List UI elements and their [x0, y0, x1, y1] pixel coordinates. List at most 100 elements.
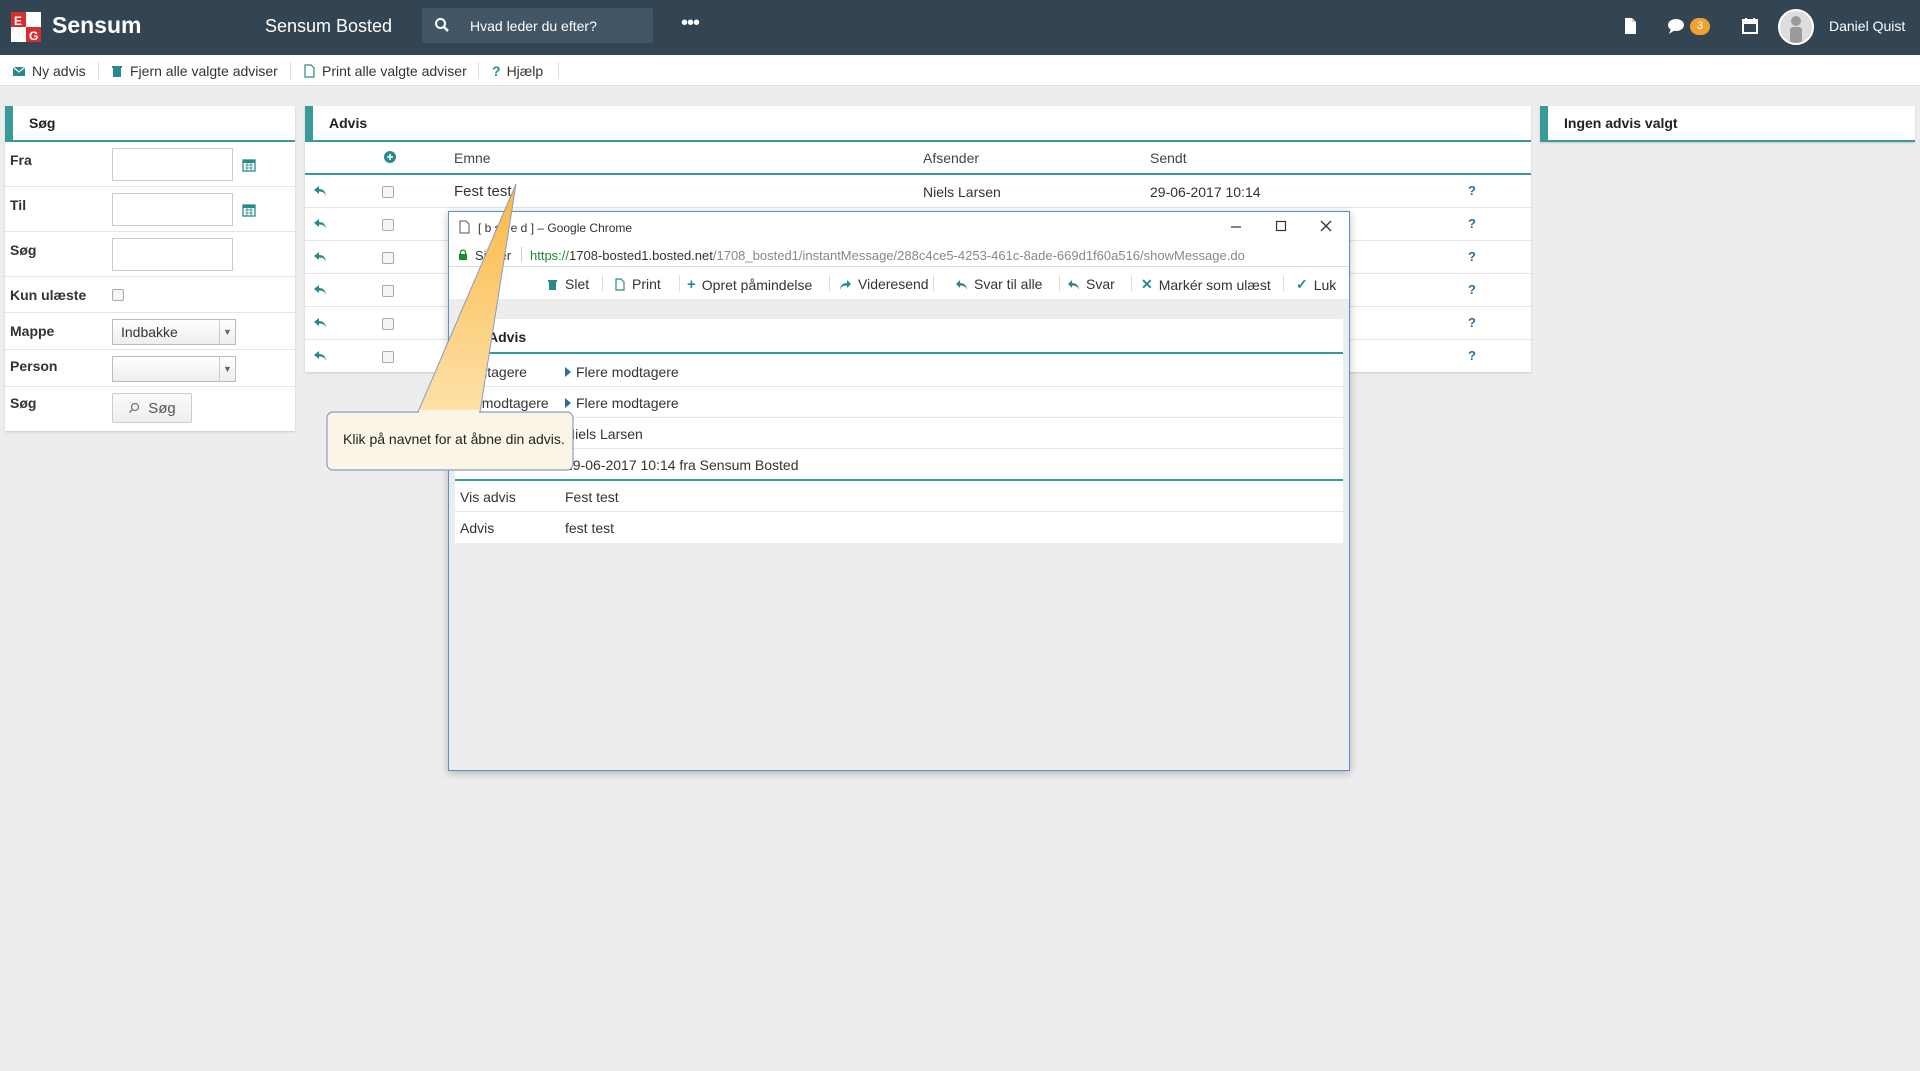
calendar-icon[interactable] [1740, 16, 1760, 36]
toolbar-divider [1283, 275, 1284, 292]
reply-icon [314, 318, 326, 328]
more-menu-button[interactable]: ••• [681, 12, 700, 35]
trash-icon [548, 279, 557, 290]
toolbar-divider [478, 62, 479, 79]
remove-selected-button[interactable]: Fjern alle valgte adviser [110, 63, 278, 79]
submit-label: Søg [10, 395, 37, 411]
unread-checkbox[interactable] [112, 289, 124, 301]
search-icon [129, 402, 140, 414]
unread-row: Kun ulæste [5, 277, 295, 313]
row-checkbox[interactable] [382, 252, 394, 264]
column-sent[interactable]: Sendt [1150, 150, 1187, 166]
add-circle-icon[interactable] [384, 151, 396, 163]
address-bar[interactable]: Sikker https://1708-bosted1.bosted.net/1… [449, 242, 1349, 267]
reply-icon [314, 351, 326, 361]
body-row: Advis fest test [460, 520, 615, 536]
forward-button[interactable]: Videresend [839, 276, 929, 292]
new-advis-button[interactable]: Ny advis [12, 63, 86, 79]
cc-recipients-toggle[interactable]: Flere modtagere [565, 395, 679, 411]
eg-logo-icon: E G [11, 12, 41, 42]
page-url[interactable]: https://1708-bosted1.bosted.net/1708_bos… [530, 248, 1245, 263]
search-submit-button[interactable]: Søg [112, 393, 192, 423]
popup-window-title: [ b s t e d ] – Google Chrome [478, 221, 633, 235]
person-select[interactable]: ▼ [112, 356, 236, 382]
close-icon[interactable] [1318, 218, 1334, 234]
from-label: Fra [10, 152, 32, 168]
search-text-input[interactable] [112, 238, 233, 271]
maximize-icon[interactable] [1273, 218, 1289, 234]
reply-icon [314, 252, 326, 262]
username[interactable]: Daniel Quist [1829, 18, 1905, 34]
chevron-down-icon: ▼ [219, 357, 235, 381]
from-row: Fra [5, 142, 295, 187]
envelope-icon [12, 66, 26, 76]
row-help-icon[interactable]: ? [1468, 282, 1476, 297]
row-checkbox[interactable] [382, 186, 394, 198]
to-date-input[interactable] [112, 193, 233, 226]
callout-text: Klik på navnet for at åbne din advis. [343, 431, 565, 447]
print-button[interactable]: Print [613, 276, 661, 292]
toolbar-divider [679, 275, 680, 292]
minimize-icon[interactable] [1228, 218, 1244, 234]
app-title[interactable]: Sensum Bosted [265, 16, 392, 37]
detail-panel-title: Ingen advis valgt [1540, 106, 1915, 142]
pdf-icon [615, 277, 625, 291]
calendar-icon[interactable] [242, 203, 256, 217]
toolbar-divider [558, 62, 559, 79]
plus-icon: + [687, 276, 696, 293]
reply-all-button[interactable]: Svar til alle [955, 276, 1042, 292]
column-sender[interactable]: Afsender [923, 150, 979, 166]
row-checkbox[interactable] [382, 318, 394, 330]
recipients-toggle[interactable]: Flere modtagere [565, 364, 679, 380]
toolbar-divider [1131, 275, 1132, 292]
table-row[interactable]: Fest test Niels Larsen 29-06-2017 10:14 … [305, 175, 1531, 208]
mark-unread-button[interactable]: ✕ Markér som ulæst [1141, 276, 1271, 293]
detail-panel: Ingen advis valgt [1540, 106, 1915, 142]
toolbar-divider [1059, 275, 1060, 292]
triangle-right-icon [565, 367, 571, 377]
from-date-input[interactable] [112, 148, 233, 181]
close-button[interactable]: ✓ Luk [1296, 276, 1336, 293]
checkmark-icon: ✓ [1296, 276, 1308, 292]
svg-text:G: G [29, 29, 38, 42]
avatar[interactable] [1778, 9, 1814, 45]
column-subject[interactable]: Emne [454, 150, 491, 166]
person-label: Person [10, 358, 58, 374]
reply-icon [314, 186, 326, 196]
brand-name[interactable]: Sensum [52, 12, 141, 39]
message-detail-card: Advis Modtagere Flere modtagere Cc-modta… [455, 319, 1343, 543]
print-selected-button[interactable]: Print alle valgte adviser [302, 63, 467, 79]
global-search[interactable] [422, 8, 653, 43]
delete-button[interactable]: Slet [546, 276, 589, 292]
row-help-icon[interactable]: ? [1468, 249, 1476, 264]
user-silhouette-icon [1790, 16, 1802, 43]
svg-text:E: E [14, 14, 22, 28]
document-icon[interactable] [1620, 16, 1640, 36]
calendar-icon[interactable] [242, 158, 256, 172]
row-subject-link[interactable]: Fest test [454, 183, 512, 200]
row-help-icon[interactable]: ? [1468, 216, 1476, 231]
chat-icon[interactable] [1666, 16, 1686, 36]
toolbar-divider [290, 62, 291, 79]
row-help-icon[interactable]: ? [1468, 183, 1476, 198]
message-card-header: Advis [455, 319, 1343, 354]
row-checkbox[interactable] [382, 219, 394, 231]
lock-icon [459, 249, 467, 260]
row-help-icon[interactable]: ? [1468, 348, 1476, 363]
reply-icon [1068, 279, 1079, 290]
folder-row: Mappe Indbakke ▼ [5, 313, 295, 350]
secure-label: Sikker [475, 248, 512, 263]
search-input[interactable] [470, 8, 650, 43]
reply-icon [314, 285, 326, 295]
create-reminder-button[interactable]: + Opret påmindelse [687, 276, 812, 293]
folder-select[interactable]: Indbakke ▼ [112, 319, 236, 345]
row-help-icon[interactable]: ? [1468, 315, 1476, 330]
row-sent: 29-06-2017 10:14 [1150, 184, 1261, 200]
help-button[interactable]: ? Hjælp [492, 63, 543, 79]
row-checkbox[interactable] [382, 285, 394, 297]
pdf-icon [304, 64, 315, 78]
message-count-badge: 3 [1690, 18, 1710, 35]
reply-button[interactable]: Svar [1067, 276, 1115, 292]
sent-row: Sendt 29-06-2017 10:14 fra Sensum Bosted [460, 457, 799, 473]
row-checkbox[interactable] [382, 351, 394, 363]
